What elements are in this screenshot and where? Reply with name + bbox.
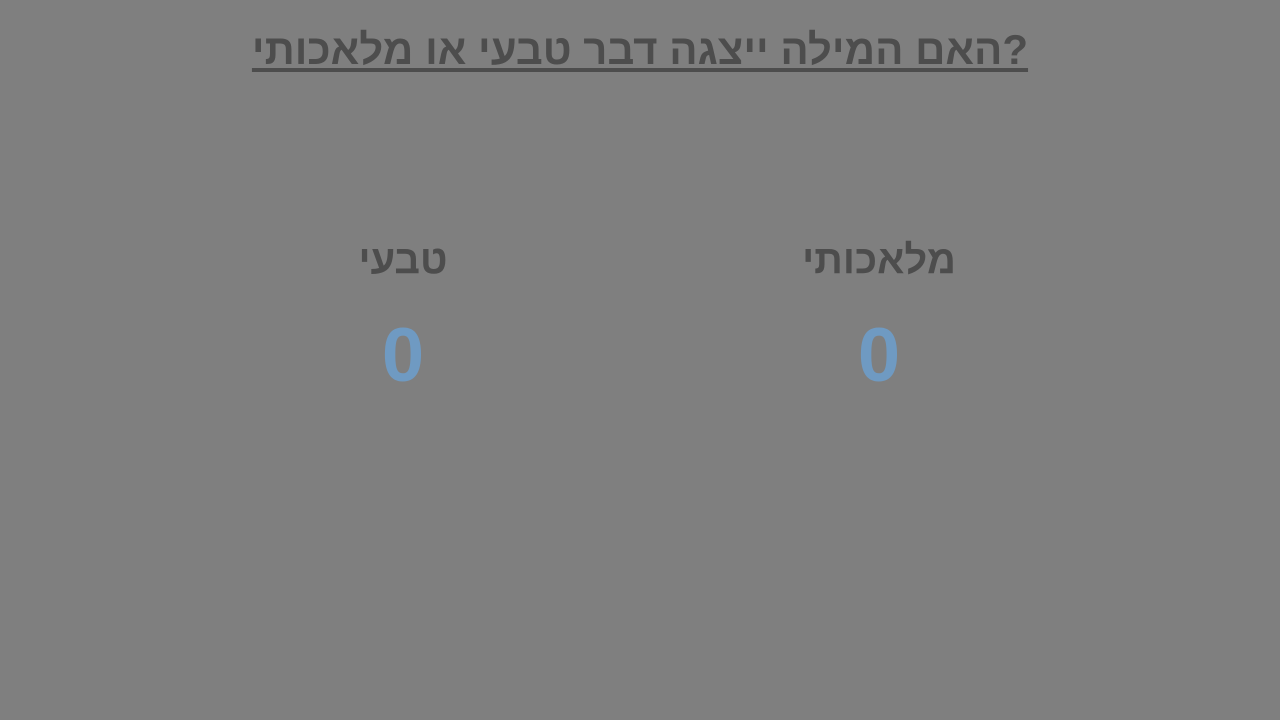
artificial-column: מלאכותי 0: [679, 232, 1079, 404]
natural-score: 0: [381, 313, 425, 398]
natural-column: טבעי 0: [203, 232, 603, 404]
artificial-label: מלאכותי: [802, 238, 956, 282]
artificial-score: 0: [857, 313, 901, 398]
natural-label: טבעי: [358, 238, 448, 282]
question-title: ?האם המילה ייצגה דבר טבעי או מלאכותי: [251, 26, 1029, 73]
